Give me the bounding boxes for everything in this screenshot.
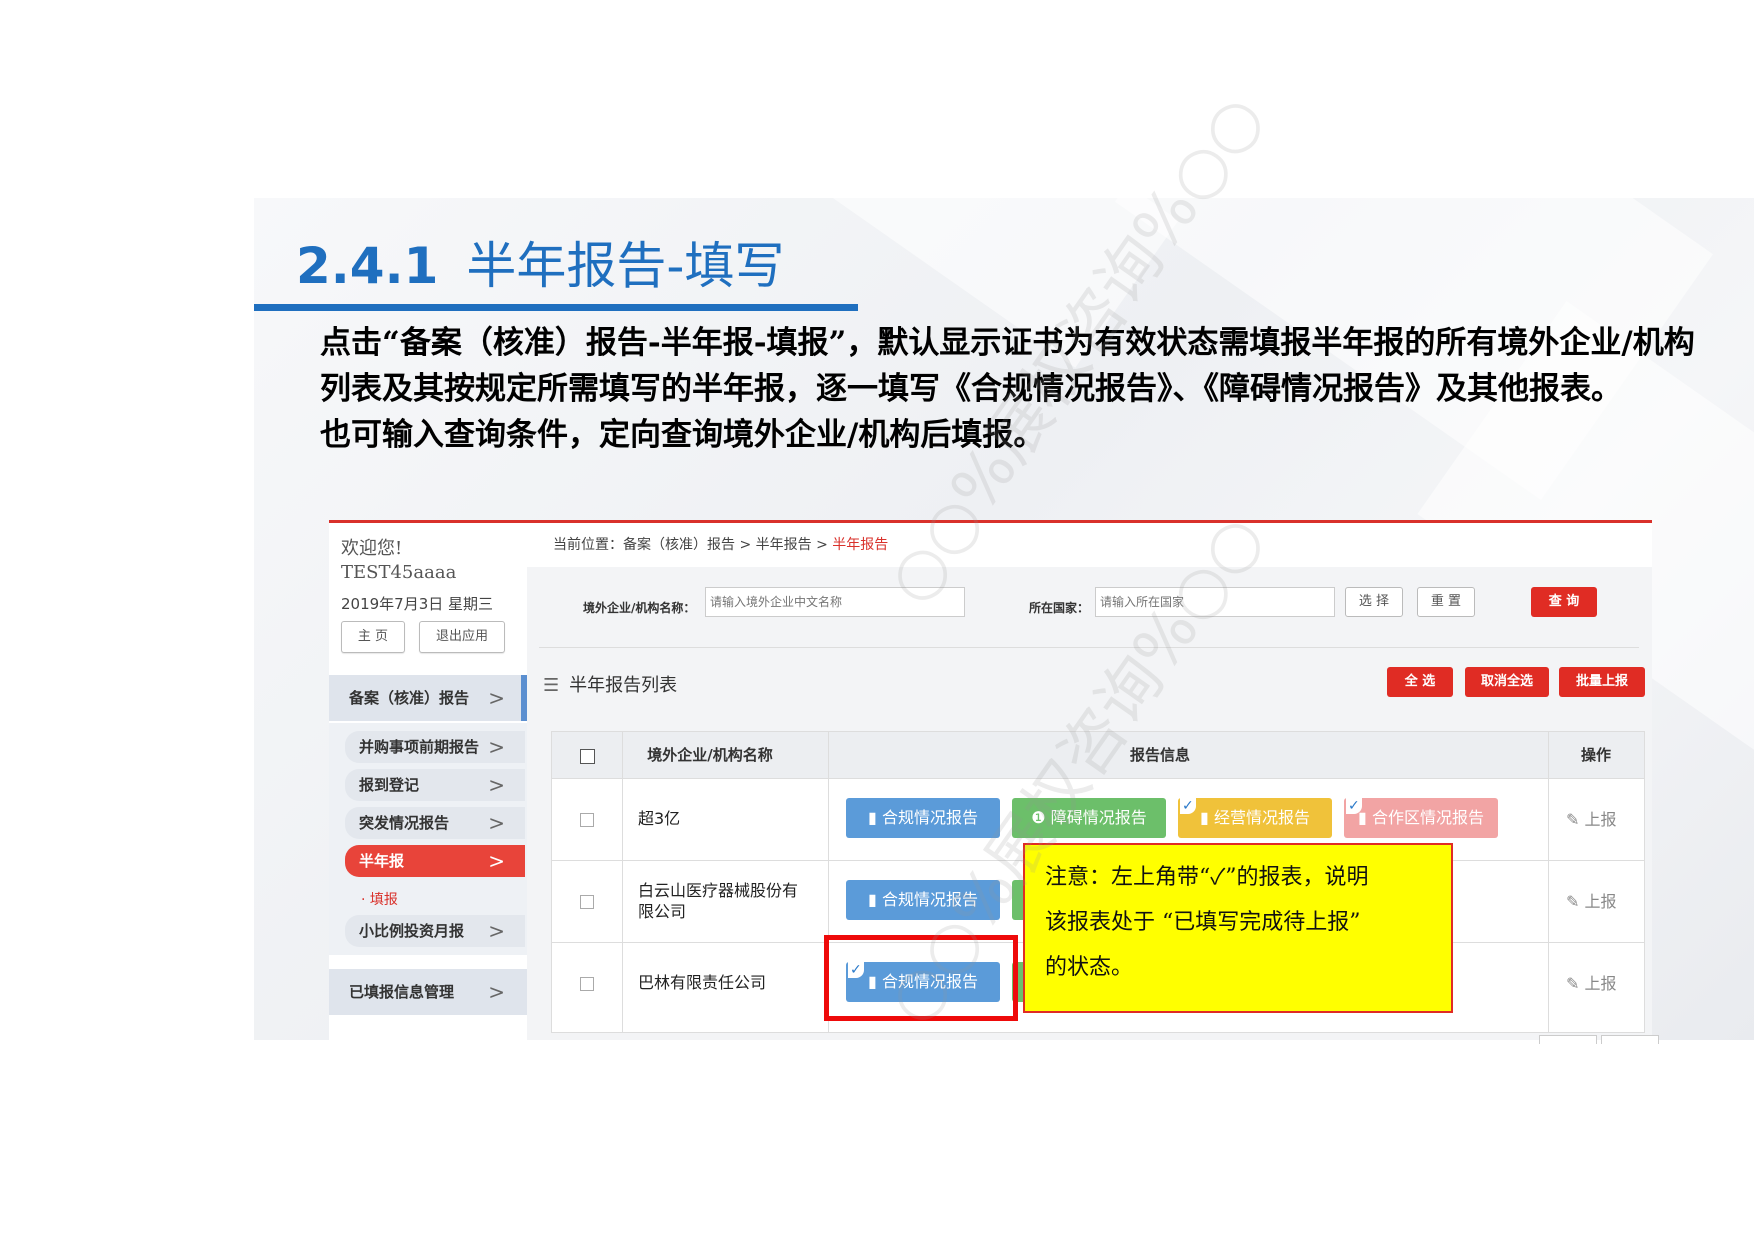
sidebar: 欢迎您! TEST45aaaa 2019年7月3日 星期三 主 页 退出应用 备…	[329, 523, 527, 1040]
col-operation: 操作	[1580, 746, 1611, 764]
home-button[interactable]: 主 页	[341, 621, 405, 653]
chevron-right-icon: >	[488, 980, 505, 1004]
description-paragraph-2: 也可输入查询条件，定向查询境外企业/机构后填报。	[320, 417, 1045, 453]
report-label: 经营情况报告	[1213, 808, 1310, 827]
chevron-right-icon: >	[488, 919, 505, 943]
company-name: 白云山医疗器械股份有限公司	[638, 881, 799, 921]
compliance-report-button[interactable]: ▮ 合规情况报告	[846, 880, 1000, 920]
chevron-right-icon: >	[488, 735, 505, 759]
submit-action[interactable]: ✎ 上报	[1566, 806, 1617, 830]
document-icon: ▮	[868, 890, 877, 909]
obstacle-report-button[interactable]: ❶ 障碍情况报告	[1012, 798, 1166, 838]
description: 点击“备案（核准）报告-半年报-填报”，默认显示证书为有效状态需填报半年报的所有…	[320, 320, 1720, 458]
chevron-right-icon: >	[488, 811, 505, 835]
document-icon: ▮	[1200, 808, 1209, 827]
list-icon: ☰	[543, 675, 560, 696]
operation-report-button[interactable]: ✓ ▮ 经营情况报告	[1178, 798, 1332, 838]
compliance-report-button[interactable]: ▮ 合规情况报告	[846, 798, 1000, 838]
username: TEST45aaaa	[341, 562, 457, 583]
note-line: 该报表处于 “已填写完成待上报”	[1045, 910, 1361, 935]
breadcrumb: 当前位置：备案（核准）报告 > 半年报告 > 半年报告	[527, 523, 1652, 567]
note-line: 的状态。	[1045, 955, 1134, 980]
title-text: 半年报告-填写	[466, 237, 785, 295]
company-label: 境外企业/机构名称：	[583, 601, 696, 615]
select-all-checkbox[interactable]	[580, 749, 595, 764]
submit-label: 上报	[1584, 974, 1617, 993]
row-checkbox[interactable]	[580, 813, 594, 827]
completed-check-icon: ✓	[1180, 798, 1196, 814]
highlight-box	[824, 935, 1018, 1021]
report-label: 合作区情况报告	[1371, 808, 1484, 827]
nav-filing-report[interactable]: 备案（核准）报告 >	[329, 675, 527, 721]
nav-item-emergency-report[interactable]: 突发情况报告 >	[345, 807, 525, 839]
select-all-button[interactable]: 全 选	[1387, 667, 1453, 697]
title-number: 2.4.1	[296, 237, 439, 295]
company-name: 巴林有限责任公司	[638, 973, 767, 992]
list-header: ☰ 半年报告列表	[543, 671, 677, 697]
col-company-name: 境外企业/机构名称	[647, 746, 773, 764]
nav-leaf-fill[interactable]: · 填报	[361, 889, 398, 909]
nav-item-small-investment[interactable]: 小比例投资月报 >	[345, 915, 525, 947]
description-paragraph-1: 点击“备案（核准）报告-半年报-填报”，默认显示证书为有效状态需填报半年报的所有…	[320, 325, 1695, 407]
submit-label: 上报	[1584, 892, 1617, 911]
table-header: 境外企业/机构名称 报告信息 操作	[552, 732, 1644, 779]
report-label: 合规情况报告	[881, 890, 978, 909]
breadcrumb-path[interactable]: 备案（核准）报告 > 半年报告 >	[623, 537, 832, 553]
chevron-right-icon: >	[488, 849, 505, 873]
edit-icon: ✎	[1566, 810, 1580, 829]
nav-filing-report-label: 备案（核准）报告	[349, 689, 470, 707]
slide-title: 2.4.1 半年报告-填写	[296, 226, 784, 298]
row-checkbox[interactable]	[580, 895, 594, 909]
select-button[interactable]: 选 择	[1345, 587, 1403, 617]
report-label: 障碍情况报告	[1050, 808, 1147, 827]
country-label: 所在国家：	[1029, 601, 1090, 615]
completed-check-icon: ✓	[1346, 798, 1362, 814]
nav-item-label: 报到登记	[359, 776, 420, 794]
breadcrumb-current: 半年报告	[832, 537, 889, 553]
breadcrumb-prefix: 当前位置：	[553, 537, 623, 553]
nav-item-half-year[interactable]: 半年报 >	[345, 845, 525, 877]
company-name-input[interactable]	[705, 587, 965, 617]
cooperation-zone-report-button[interactable]: ✓ ▮ 合作区情况报告	[1344, 798, 1498, 838]
edit-icon: ✎	[1566, 892, 1580, 911]
section-divider	[539, 647, 1639, 648]
info-icon: ❶	[1031, 808, 1046, 827]
submit-action[interactable]: ✎ 上报	[1566, 888, 1617, 912]
welcome-text: 欢迎您!	[341, 538, 403, 559]
search-bar: 境外企业/机构名称： 所在国家： 选 择 重 置 查 询	[527, 571, 1652, 643]
submit-label: 上报	[1584, 810, 1617, 829]
note-line: 注意：左上角带“✓”的报表，说明	[1045, 865, 1369, 890]
current-date: 2019年7月3日 星期三	[341, 595, 494, 613]
pager-button[interactable]	[1539, 1035, 1597, 1044]
title-underline	[254, 304, 858, 311]
exit-app-button[interactable]: 退出应用	[419, 621, 505, 653]
submit-action[interactable]: ✎ 上报	[1566, 970, 1617, 994]
nav-item-registration[interactable]: 报到登记 >	[345, 769, 525, 801]
nav-item-label: 半年报	[359, 852, 405, 870]
nav-item-label: 并购事项前期报告	[359, 738, 480, 756]
nav-filed-info[interactable]: 已填报信息管理 >	[329, 969, 527, 1015]
nav-item-label: 小比例投资月报	[359, 922, 465, 940]
list-title: 半年报告列表	[569, 675, 678, 696]
chevron-right-icon: >	[488, 686, 505, 710]
pager-button[interactable]	[1601, 1035, 1659, 1044]
country-input[interactable]	[1095, 587, 1335, 617]
callout-note: 注意：左上角带“✓”的报表，说明 该报表处于 “已填写完成待上报” 的状态。	[1023, 843, 1453, 1013]
chevron-right-icon: >	[488, 773, 505, 797]
nav-item-label: 突发情况报告	[359, 814, 450, 832]
document-icon: ▮	[868, 808, 877, 827]
cancel-all-button[interactable]: 取消全选	[1465, 667, 1549, 697]
nav-filed-info-label: 已填报信息管理	[349, 983, 455, 1001]
edit-icon: ✎	[1566, 974, 1580, 993]
batch-submit-button[interactable]: 批量上报	[1559, 667, 1645, 697]
company-name: 超3亿	[638, 809, 681, 828]
nav-item-merger-prereport[interactable]: 并购事项前期报告 >	[345, 731, 525, 763]
reset-button[interactable]: 重 置	[1417, 587, 1475, 617]
welcome-block: 欢迎您! TEST45aaaa	[341, 537, 456, 585]
row-checkbox[interactable]	[580, 977, 594, 991]
report-label: 合规情况报告	[881, 808, 978, 827]
col-report-info: 报告信息	[1129, 746, 1190, 764]
query-button[interactable]: 查 询	[1531, 587, 1597, 617]
